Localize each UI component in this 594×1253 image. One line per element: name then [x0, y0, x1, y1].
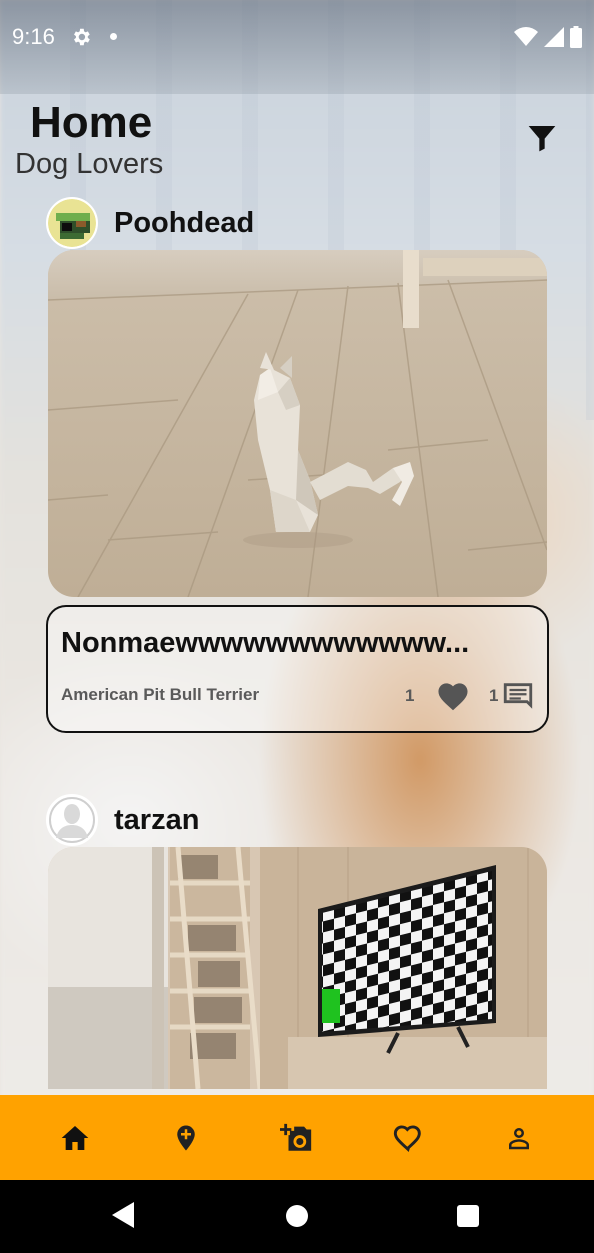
default-avatar-icon — [48, 796, 96, 844]
post-author[interactable]: tarzan — [46, 794, 199, 846]
nav-add-photo[interactable] — [267, 1108, 327, 1168]
recents-icon[interactable] — [457, 1205, 479, 1227]
nav-add-location[interactable] — [156, 1108, 216, 1168]
avatar[interactable] — [46, 794, 98, 846]
room-photo — [48, 847, 547, 1089]
nav-profile[interactable] — [489, 1108, 549, 1168]
bottom-navigation — [0, 1095, 594, 1180]
add-location-icon — [177, 1125, 195, 1150]
nav-home[interactable] — [45, 1108, 105, 1168]
add-photo-icon — [279, 1123, 312, 1151]
back-icon[interactable] — [112, 1202, 136, 1228]
post-card: tarzan — [0, 0, 594, 1095]
favorite-icon — [393, 1124, 421, 1152]
post-photo[interactable] — [48, 847, 547, 1089]
system-navigation-bar — [0, 1180, 594, 1253]
nav-favorites[interactable] — [378, 1108, 438, 1168]
home-button-icon[interactable] — [286, 1205, 308, 1227]
username[interactable]: tarzan — [114, 804, 199, 837]
profile-icon — [508, 1127, 529, 1149]
home-icon — [62, 1125, 89, 1150]
